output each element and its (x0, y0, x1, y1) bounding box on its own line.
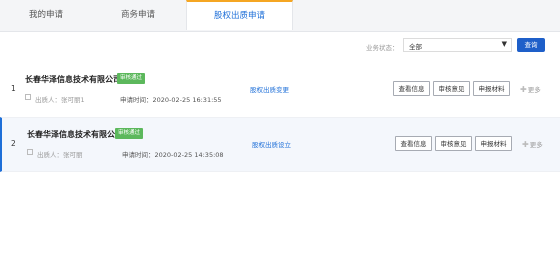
company-name: 长春华泽信息技术有限公司 (27, 130, 123, 139)
plus-icon: ✚ (522, 140, 529, 149)
view-info-button[interactable]: 查看信息 (395, 136, 432, 151)
application-row: 2 长春华泽信息技术有限公司 审核通过 出质人：张可丽 申请时间：2020-02… (0, 117, 560, 172)
tab-business-applications[interactable]: 商务申请 (92, 0, 184, 31)
search-button[interactable]: 查询 (517, 38, 545, 52)
application-time: 申请时间：2020-02-25 14:35:08 (122, 151, 224, 159)
status-filter-label: 业务状态： (366, 44, 399, 52)
row-index: 1 (11, 84, 16, 93)
company-name: 长春华泽信息技术有限公司1 (25, 75, 127, 84)
person-icon (27, 149, 33, 155)
status-select-value: 全部 (409, 43, 422, 51)
tab-equity-pledge-applications[interactable]: 股权出质申请 (186, 0, 293, 30)
view-info-button[interactable]: 查看信息 (393, 81, 430, 96)
status-select[interactable]: 全部 ▼ (403, 38, 512, 52)
more-button[interactable]: ✚更多 (522, 139, 543, 149)
application-time: 申请时间：2020-02-25 16:31:55 (120, 96, 222, 104)
review-opinion-button[interactable]: 审核意见 (435, 136, 472, 151)
pledgor-name: 出质人：张可丽 (37, 151, 83, 159)
row-index: 2 (11, 139, 16, 148)
application-type-link[interactable]: 股权出质设立 (252, 139, 291, 149)
pledgor-name: 出质人：张可丽1 (35, 96, 85, 104)
more-label: 更多 (527, 86, 541, 94)
more-button[interactable]: ✚更多 (520, 84, 541, 94)
plus-icon: ✚ (520, 85, 527, 94)
person-icon (25, 94, 31, 100)
review-opinion-button[interactable]: 审核意见 (433, 81, 470, 96)
caret-down-icon: ▼ (501, 40, 507, 48)
tab-my-applications[interactable]: 我的申请 (0, 0, 92, 31)
declaration-materials-button[interactable]: 申报材料 (473, 81, 510, 96)
tab-bar: 我的申请 商务申请 股权出质申请 (0, 0, 560, 32)
declaration-materials-button[interactable]: 申报材料 (475, 136, 512, 151)
more-label: 更多 (529, 141, 543, 149)
application-row: 1 长春华泽信息技术有限公司1 审核通过 出质人：张可丽1 申请时间：2020-… (0, 63, 560, 118)
application-type-link[interactable]: 股权出质变更 (250, 84, 289, 94)
status-badge: 审核通过 (117, 73, 146, 84)
status-badge: 审核通过 (115, 128, 144, 139)
